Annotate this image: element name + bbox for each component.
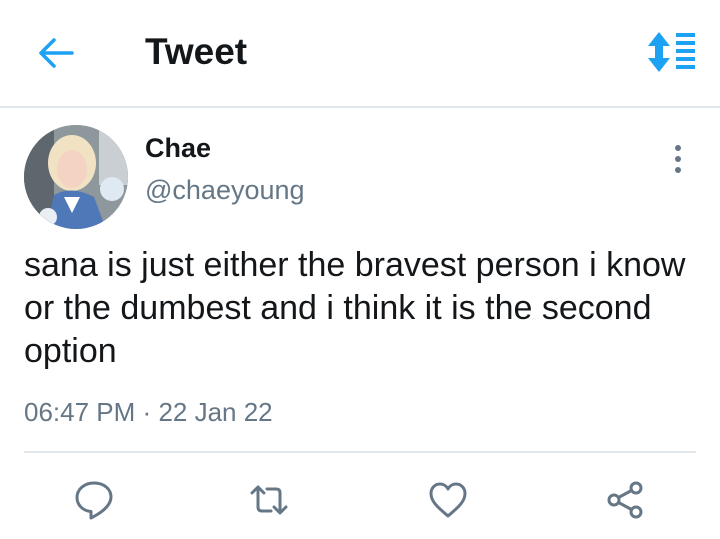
avatar-photo	[24, 125, 128, 229]
tweet-timestamp: 06:47 PM · 22 Jan 22	[24, 397, 273, 428]
like-button[interactable]	[428, 480, 468, 520]
sort-list-icon	[648, 32, 695, 72]
reply-button[interactable]	[74, 480, 114, 520]
tweet-date: 22 Jan 22	[158, 397, 273, 427]
sort-button[interactable]	[645, 30, 697, 74]
heart-icon	[429, 482, 467, 518]
back-button[interactable]	[36, 33, 76, 73]
share-icon	[607, 481, 643, 519]
retweet-button[interactable]	[249, 480, 289, 520]
share-button[interactable]	[605, 480, 645, 520]
retweet-icon	[250, 485, 288, 515]
avatar[interactable]	[24, 125, 128, 229]
tweet-time: 06:47 PM	[24, 397, 136, 427]
more-options-button[interactable]	[664, 142, 692, 178]
author-handle[interactable]: @chaeyoung	[145, 175, 305, 206]
author-name[interactable]: Chae	[145, 133, 211, 164]
more-vertical-icon	[675, 145, 681, 173]
page-title: Tweet	[145, 31, 248, 72]
top-bar: Tweet	[0, 0, 720, 108]
arrow-left-icon	[39, 38, 74, 68]
reply-icon	[75, 481, 113, 520]
meta-separator: ·	[142, 397, 152, 427]
divider	[24, 451, 696, 453]
tweet-text: sana is just either the bravest person i…	[24, 246, 686, 370]
